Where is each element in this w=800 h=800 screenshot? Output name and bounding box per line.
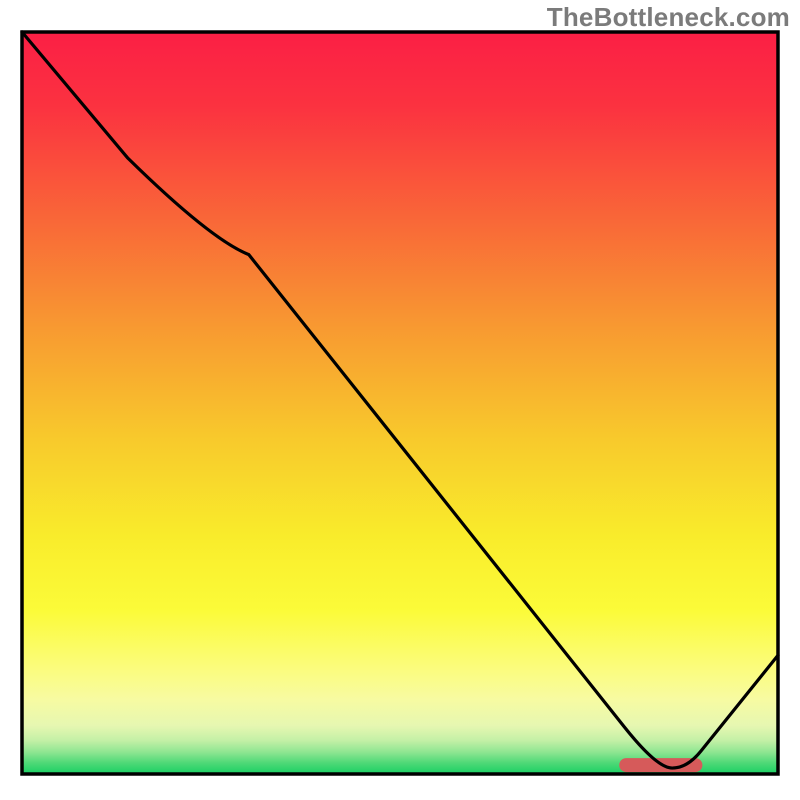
plot-background [22, 32, 778, 774]
watermark-text: TheBottleneck.com [547, 2, 790, 33]
chart-canvas [0, 0, 800, 800]
chart-root: TheBottleneck.com [0, 0, 800, 800]
